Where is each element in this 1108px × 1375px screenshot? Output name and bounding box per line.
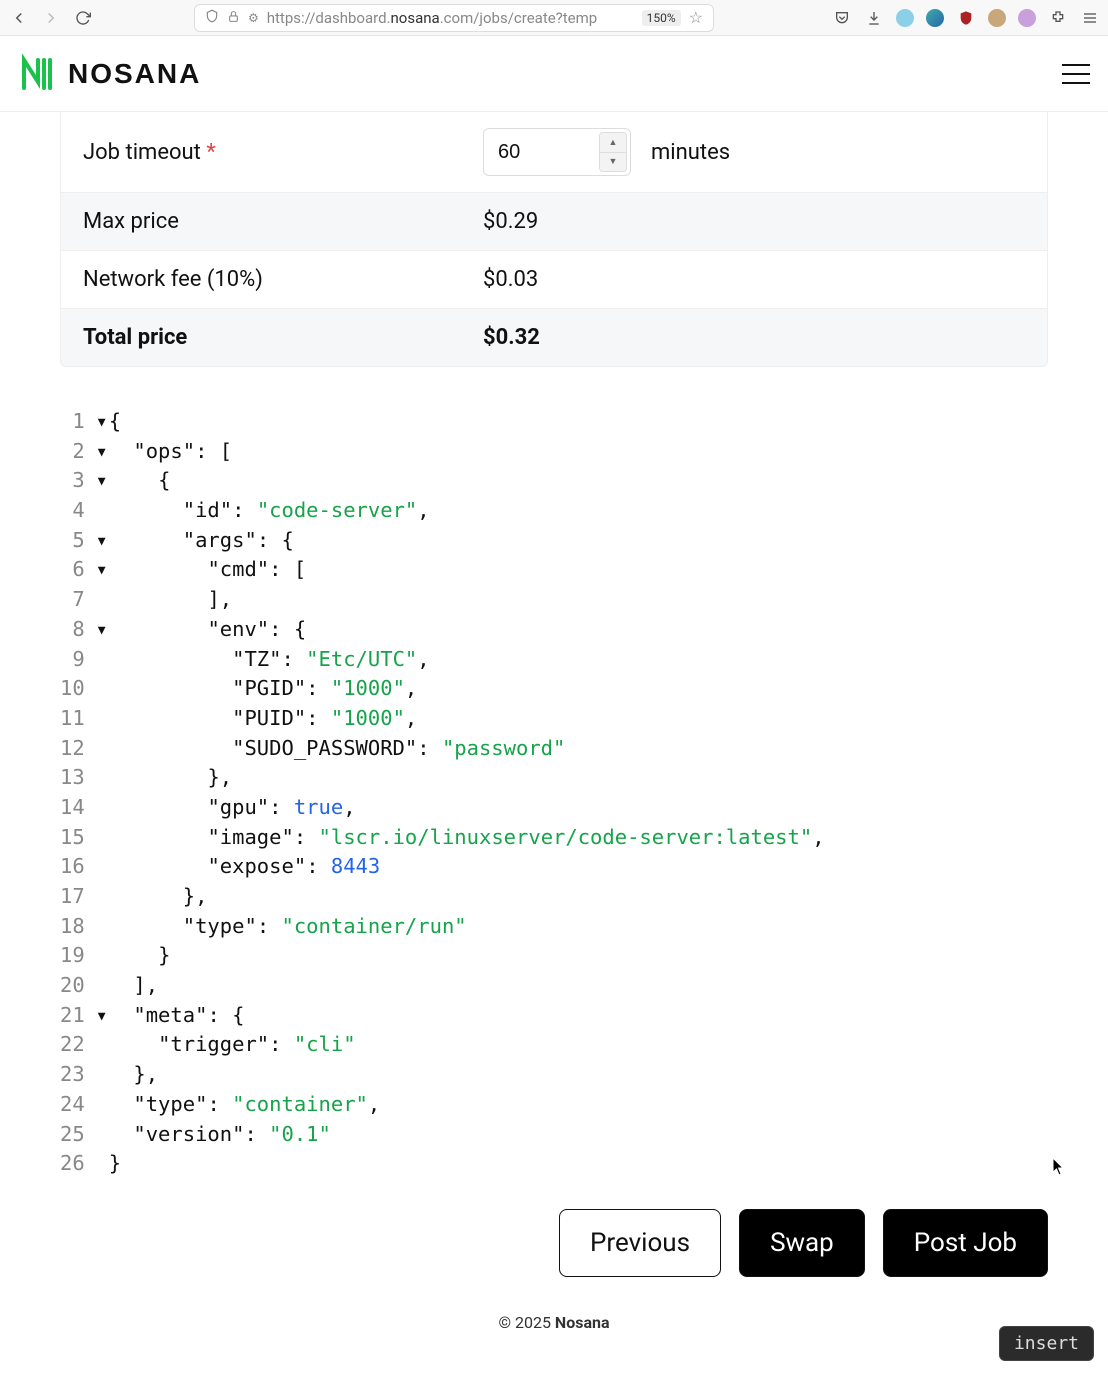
shield-icon: [205, 9, 219, 27]
total-price-value: $0.32: [483, 325, 540, 350]
pocket-icon[interactable]: [832, 8, 852, 28]
post-job-button[interactable]: Post Job: [883, 1209, 1048, 1277]
max-price-value: $0.29: [483, 209, 538, 234]
ext-icon-4[interactable]: [1018, 9, 1036, 27]
ext-icon-ublock[interactable]: [956, 8, 976, 28]
logo[interactable]: NOSANA: [18, 54, 201, 94]
job-timeout-label: Job timeout *: [83, 140, 483, 165]
downloads-icon[interactable]: [864, 8, 884, 28]
row-max-price: Max price $0.29: [61, 192, 1047, 250]
previous-button[interactable]: Previous: [559, 1209, 721, 1277]
permissions-icon: ⚙: [248, 11, 259, 25]
row-job-timeout: Job timeout * ▲ ▼ minutes: [61, 112, 1047, 192]
logo-text: NOSANA: [68, 58, 201, 90]
stepper-up-icon[interactable]: ▲: [600, 133, 626, 152]
reload-button[interactable]: [72, 7, 94, 29]
url-text: https://dashboard.nosana.com/jobs/create…: [267, 9, 634, 27]
ext-icon-1[interactable]: [896, 9, 914, 27]
browser-toolbar: ⚙ https://dashboard.nosana.com/jobs/crea…: [0, 0, 1108, 36]
lock-icon: [227, 9, 240, 27]
forward-button[interactable]: [40, 7, 62, 29]
pricing-table: Job timeout * ▲ ▼ minutes Max price $0.2…: [60, 112, 1048, 367]
zoom-badge[interactable]: 150%: [642, 10, 681, 26]
vim-mode-indicator: insert: [999, 1326, 1094, 1361]
url-bar[interactable]: ⚙ https://dashboard.nosana.com/jobs/crea…: [194, 4, 714, 32]
max-price-label: Max price: [83, 209, 483, 234]
hamburger-menu-icon[interactable]: [1062, 64, 1090, 84]
editor-gutter: 1234567891011121314151617181920212223242…: [60, 407, 95, 1179]
action-buttons: Previous Swap Post Job: [0, 1179, 1108, 1277]
timeout-unit: minutes: [651, 140, 730, 165]
stepper-down-icon[interactable]: ▼: [600, 152, 626, 172]
row-network-fee: Network fee (10%) $0.03: [61, 250, 1047, 308]
back-button[interactable]: [8, 7, 30, 29]
editor-code[interactable]: ▼{▼ "ops": [▼ { "id": "code-server",▼ "a…: [95, 407, 825, 1179]
network-fee-label: Network fee (10%): [83, 267, 483, 292]
json-editor[interactable]: 1234567891011121314151617181920212223242…: [60, 407, 1048, 1179]
ext-icon-3[interactable]: [988, 9, 1006, 27]
total-price-label: Total price: [83, 325, 483, 350]
ext-icon-2[interactable]: [926, 9, 944, 27]
row-total-price: Total price $0.32: [61, 308, 1047, 366]
logo-icon: [18, 54, 58, 94]
swap-button[interactable]: Swap: [739, 1209, 865, 1277]
app-menu-icon[interactable]: [1080, 8, 1100, 28]
network-fee-value: $0.03: [483, 267, 538, 292]
extensions-icon[interactable]: [1048, 8, 1068, 28]
job-timeout-stepper[interactable]: ▲ ▼: [599, 132, 627, 172]
site-header: NOSANA: [0, 36, 1108, 112]
bookmark-star-icon[interactable]: ☆: [689, 8, 703, 27]
copyright: © 2025 Nosana: [0, 1313, 1108, 1332]
